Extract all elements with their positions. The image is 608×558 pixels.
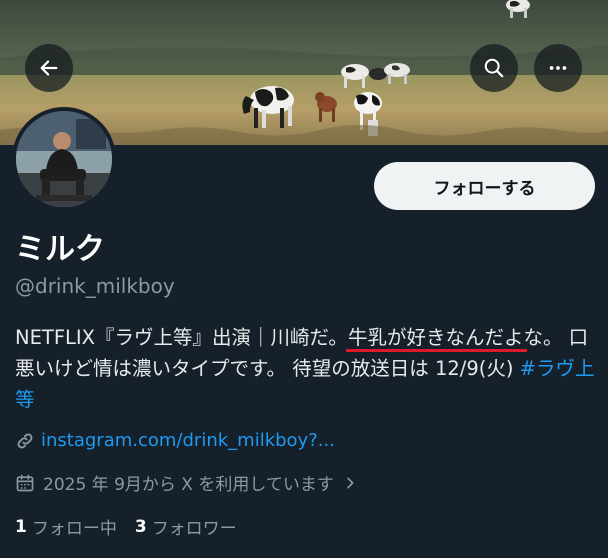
joined-date-text: 2025 年 9月から X を利用しています: [43, 475, 334, 495]
following-stat[interactable]: 1 フォロー中: [15, 514, 117, 540]
red-underline-mark: [345, 349, 528, 352]
website-link-row[interactable]: instagram.com/drink_milkboy?...: [15, 430, 335, 451]
user-handle: @drink_milkboy: [15, 274, 175, 298]
following-label: フォロー中: [31, 519, 117, 539]
bio-underlined-text: 牛乳が好きなんだよ: [345, 326, 528, 352]
followers-count: 3: [134, 516, 147, 537]
link-icon: [15, 431, 35, 451]
chevron-right-icon: [342, 475, 358, 491]
follow-stats: 1 フォロー中 3 フォロワー: [15, 514, 255, 540]
search-icon: [484, 58, 504, 78]
joined-date-row[interactable]: 2025 年 9月から X を利用しています: [15, 470, 358, 495]
follow-button[interactable]: フォローする: [374, 162, 595, 210]
more-options-button[interactable]: [534, 44, 582, 92]
more-horizontal-icon: [549, 66, 567, 70]
following-count: 1: [15, 516, 27, 537]
arrow-left-icon: [40, 60, 58, 76]
bio-underlined-label: 牛乳が好きなんだよ: [347, 326, 524, 349]
avatar-photo: [16, 111, 112, 207]
bio-text-part1: NETFLIX『ラヴ上等』出演｜川崎だ。: [15, 326, 348, 349]
website-link[interactable]: instagram.com/drink_milkboy?...: [41, 430, 335, 451]
display-name: ミルク: [15, 232, 105, 267]
back-button[interactable]: [25, 44, 73, 92]
calendar-icon: [15, 473, 35, 493]
profile-bio: NETFLIX『ラヴ上等』出演｜川崎だ。牛乳が好きなんだよ な。 口悪いけど情は濃…: [15, 322, 600, 415]
followers-stat[interactable]: 3 フォロワー: [134, 514, 237, 540]
profile-avatar[interactable]: [12, 107, 116, 211]
followers-label: フォロワー: [151, 519, 237, 539]
search-button[interactable]: [470, 44, 518, 92]
